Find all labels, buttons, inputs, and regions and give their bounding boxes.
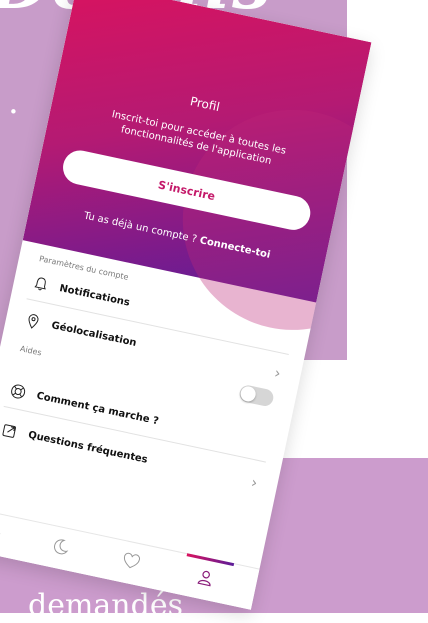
moon-icon	[49, 536, 71, 561]
tab-heart[interactable]	[115, 548, 146, 579]
background-dot: .	[8, 82, 19, 122]
sun-icon	[0, 522, 3, 547]
tab-profile[interactable]	[190, 564, 221, 595]
background-footer-text: demandés	[28, 588, 183, 623]
external-link-icon	[0, 418, 23, 444]
bell-icon	[28, 271, 54, 297]
login-prompt-text: Tu as déjà un compte ?	[82, 210, 198, 246]
toggle-knob	[239, 385, 258, 403]
help-item-label: Comment ça marche ?	[35, 390, 160, 427]
help-item-label: Questions fréquentes	[27, 429, 149, 466]
chevron-right-icon: ›	[249, 473, 260, 493]
profile-header: Profil Inscrit-toi pour accéder à toutes…	[22, 0, 372, 351]
chevron-right-icon: ›	[272, 363, 283, 383]
lifebuoy-icon	[5, 378, 31, 404]
tab-sun[interactable]	[0, 519, 7, 550]
tab-moon[interactable]	[45, 533, 76, 564]
geolocation-toggle[interactable]	[238, 383, 275, 408]
profile-icon	[194, 567, 216, 592]
settings-item-label: Notifications	[58, 282, 131, 309]
heart-icon	[120, 551, 142, 576]
active-tab-indicator	[186, 553, 235, 567]
